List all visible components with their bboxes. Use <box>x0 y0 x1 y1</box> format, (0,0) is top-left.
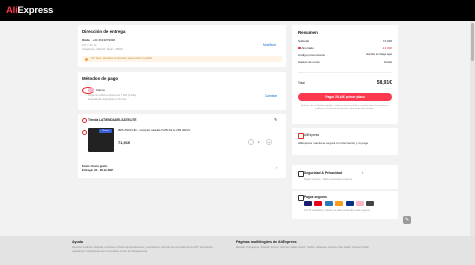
klarna-icon <box>88 87 94 92</box>
promo-label: Código promocional <box>298 53 325 57</box>
item-checkbox[interactable] <box>82 130 87 135</box>
paypal-icon <box>345 201 354 206</box>
footer-help-links[interactable]: Atención al cliente, Disputas e informes… <box>72 246 222 253</box>
address-warning: Por favor, actualiza tu dirección para r… <box>82 56 282 62</box>
trust-card: AliExpress AliExpress mantiene segura tu… <box>292 128 398 155</box>
shipping-value: Gratis <box>383 60 392 64</box>
page-scrollbar[interactable] <box>470 21 475 265</box>
store-checkbox[interactable] <box>82 117 87 123</box>
chevron-right-icon[interactable]: › <box>362 170 363 175</box>
payment-line1: Paga con Klarna a plazos de 7 INR (3 día… <box>88 94 137 97</box>
total-value: 58,91€ <box>376 80 392 86</box>
saved-label: Ahorrado <box>301 46 314 50</box>
security-text: Pagos seguros · Datos personales seguros <box>304 178 352 181</box>
summary-row-subtotal: Subtotal 71,91€ <box>298 39 392 43</box>
security-privacy-card[interactable]: Seguridad & Privacidad › Pagos seguros ·… <box>292 165 398 189</box>
total-label: Total <box>298 81 305 85</box>
lock-icon <box>298 171 304 177</box>
trust-title: AliExpress <box>304 133 320 137</box>
summary-row-promo[interactable]: Código promocional Escribe el código aqu… <box>298 53 392 57</box>
address-title: Dirección de entrega <box>82 29 126 34</box>
summary-row-shipping: Gastos de envío Gratis <box>298 60 392 64</box>
chevron-right-icon[interactable]: › <box>276 165 277 170</box>
pay-button[interactable]: Pagar 29,44€ primer plazo <box>298 93 392 101</box>
secure-pay-text: Con ID verificados y cifrado, tus datos … <box>304 210 370 212</box>
maestro-icon <box>335 201 344 206</box>
payment-line2: Financiación disponible en 30 días <box>88 98 127 101</box>
payment-logos <box>304 201 376 207</box>
secure-payments-card: Pagos seguros Con ID verificados y cifra… <box>292 191 398 219</box>
amex-icon <box>324 201 333 206</box>
address-warning-text: Por favor, actualiza tu dirección para r… <box>91 57 153 60</box>
payment-method-name: Klarna <box>96 88 105 92</box>
scrollbar-thumb[interactable] <box>471 23 474 61</box>
visa-icon <box>304 201 312 206</box>
summary-row-saved[interactable]: Ahorrado -12,93€ <box>298 46 392 50</box>
saved-dot-icon <box>298 46 301 49</box>
summary-divider <box>298 72 392 73</box>
shipping-label: Gastos de envío <box>298 60 320 64</box>
address-line2: Chapinero, Madrid, Spain, 28001 <box>82 46 124 51</box>
klarna-logo-icon <box>355 201 364 206</box>
site-footer: Ayuda Atención al cliente, Disputas e in… <box>0 236 475 265</box>
shipping-address-card: Dirección de entrega Ovdo +34 3913079990… <box>78 25 286 67</box>
payment-title: Métodos de pago <box>82 76 119 81</box>
product-title[interactable]: iBIS ZS60 HD - receptor satélite DVB-S2 … <box>118 128 190 132</box>
footer-lang-links[interactable]: Russian, Portuguese, Spanish, French, Ge… <box>236 246 406 250</box>
footer-lang-title: Páginas multilingües de AliExpress <box>236 240 297 244</box>
secure-pay-title: Pagos seguros <box>304 195 327 199</box>
mastercard-icon <box>314 201 323 206</box>
product-price: 71,91€ <box>118 140 131 145</box>
shield-icon <box>298 133 304 139</box>
aliexpress-logo[interactable]: AliExpress <box>6 5 53 16</box>
saved-value: -12,93€ <box>381 46 392 50</box>
address-name: Ovdo <box>82 38 90 42</box>
choice-badge: Choice <box>99 129 112 133</box>
warning-icon <box>84 57 88 61</box>
summary-title: Resumen <box>298 30 318 35</box>
trust-text: AliExpress mantiene segura tu informació… <box>298 141 369 145</box>
store-order-card: Tienda LATIENDADELSATELITE ✎ Choice iBIS… <box>78 114 286 178</box>
address-contact: Ovdo +34 3913079990 <box>82 38 115 42</box>
security-title: Seguridad & Privacidad <box>304 171 343 175</box>
quantity-value[interactable]: 1 <box>258 140 260 144</box>
feedback-edit-icon[interactable]: ✎ <box>403 216 411 224</box>
change-payment-link[interactable]: Cambiar <box>265 94 277 98</box>
qty-plus-button[interactable]: + <box>266 139 272 145</box>
card-icon <box>298 195 304 201</box>
payment-methods-card: Métodos de pago Klarna Paga con Klarna a… <box>78 72 286 110</box>
order-summary-card: Resumen Subtotal 71,91€ Ahorrado -12,93€… <box>292 25 398 124</box>
applepay-icon <box>366 201 375 206</box>
qty-minus-button[interactable]: − <box>248 139 254 145</box>
promo-code-input[interactable]: Escribe el código aquí <box>366 53 392 56</box>
store-name[interactable]: Tienda LATIENDADELSATELITE <box>88 118 137 122</box>
delivery-date: Entrega: 24 - 28 de SEP <box>82 168 114 172</box>
top-bar: AliExpress <box>0 0 475 21</box>
footer-help-title: Ayuda <box>72 240 83 244</box>
logo-part-express: Express <box>17 5 54 16</box>
legal-text: Al hacer clic en 'Realizar pedido', conf… <box>301 105 389 111</box>
edit-store-icon[interactable]: ✎ <box>274 117 277 122</box>
summary-row-total: Total 58,91€ <box>298 80 392 86</box>
address-phone: +34 3913079990 <box>92 38 116 42</box>
logo-part-ali: Ali <box>6 5 18 16</box>
change-address-link[interactable]: Modificar <box>263 43 276 47</box>
subtotal-label: Subtotal <box>298 39 310 43</box>
subtotal-value: 71,91€ <box>382 39 392 43</box>
